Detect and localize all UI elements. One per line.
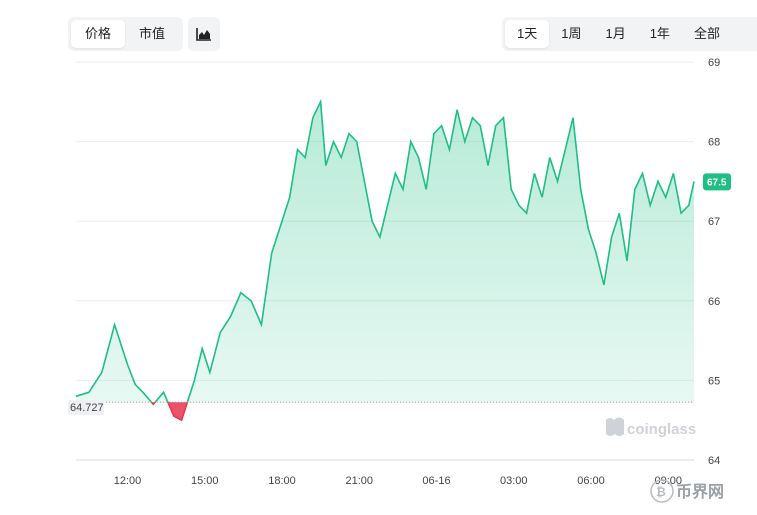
y-tick-label: 69: [708, 57, 720, 69]
y-tick-label: 66: [708, 296, 720, 308]
svg-text:67.5: 67.5: [707, 177, 727, 188]
y-tick-label: 67: [708, 216, 720, 228]
svg-text:coinglass: coinglass: [627, 421, 696, 438]
x-tick-label: 03:00: [500, 475, 528, 487]
y-tick-label: 65: [708, 375, 720, 387]
x-tick-label: 15:00: [191, 475, 219, 487]
svg-text:₿: ₿: [656, 485, 666, 499]
x-tick-label: 18:00: [268, 475, 296, 487]
y-tick-label: 64: [708, 455, 720, 467]
x-tick-label: 06:00: [577, 475, 605, 487]
coinglass-watermark: coinglass: [606, 417, 696, 438]
x-tick-label: 21:00: [345, 475, 373, 487]
svg-text:64.727: 64.727: [70, 402, 104, 414]
current-price-badge: 67.5: [703, 173, 731, 191]
area-fill-up: [76, 101, 694, 403]
price-chart: 64 65 66 67 68 69 12:00 15:00 18:00 21:00 06-16 03…: [68, 57, 731, 503]
x-tick-label: 12:00: [114, 475, 142, 487]
coinglass-logo-icon: [606, 417, 624, 436]
baseline-badge: 64.727: [68, 400, 104, 416]
svg-text:币界网: 币界网: [676, 482, 724, 501]
y-tick-label: 68: [708, 137, 720, 149]
x-tick-label: 06-16: [422, 475, 450, 487]
